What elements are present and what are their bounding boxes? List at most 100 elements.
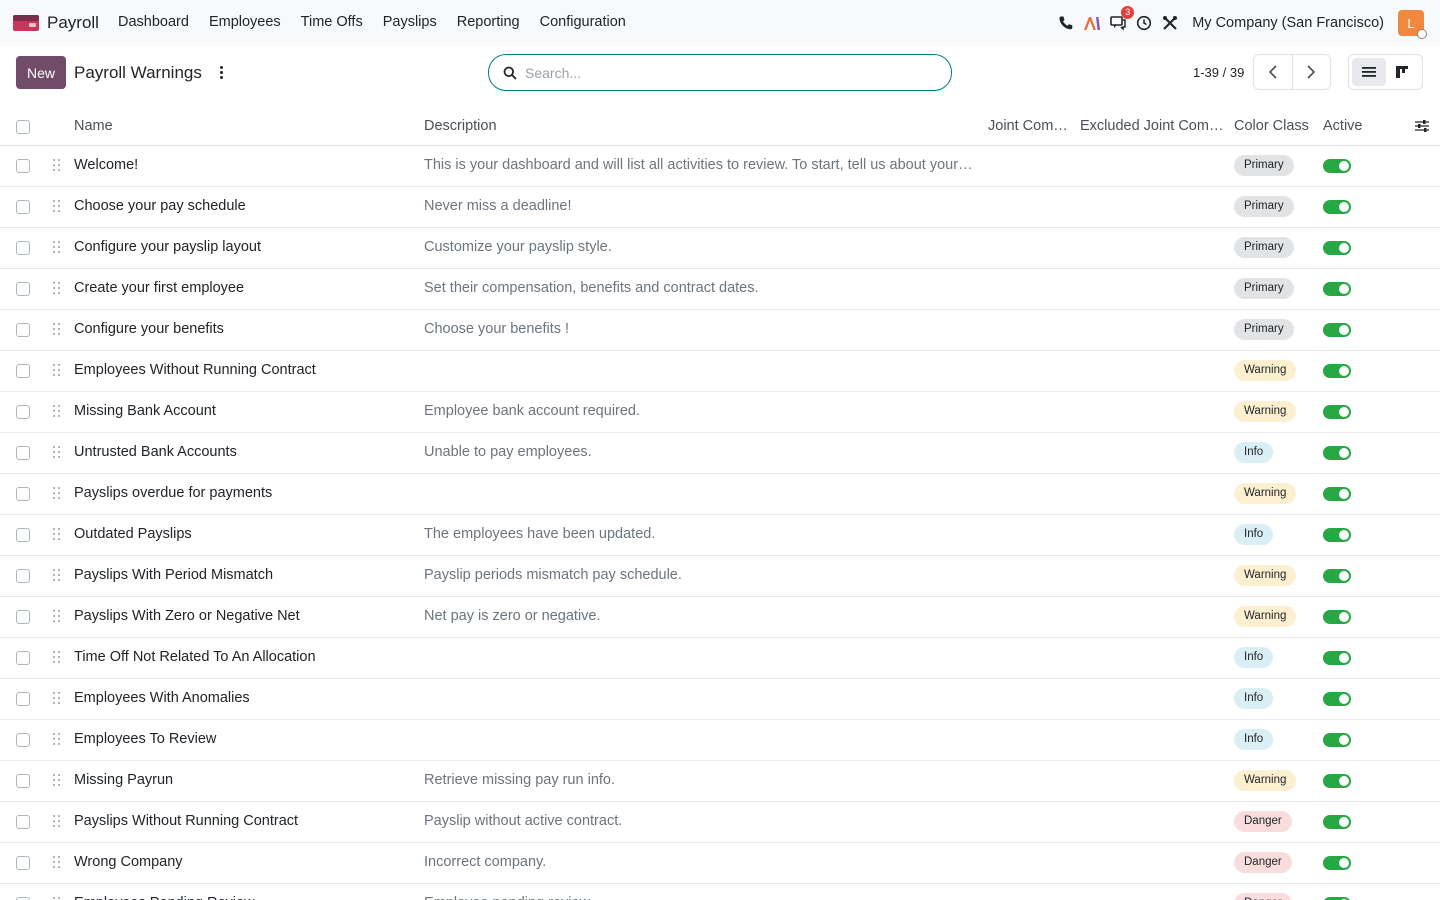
drag-handle-icon[interactable] bbox=[53, 405, 61, 418]
drag-handle-icon[interactable] bbox=[53, 528, 61, 541]
cell-name[interactable]: Untrusted Bank Accounts bbox=[74, 444, 237, 460]
menu-time-offs[interactable]: Time Offs bbox=[301, 14, 363, 30]
drag-handle-icon[interactable] bbox=[53, 487, 61, 500]
cell-name[interactable]: Outdated Payslips bbox=[74, 526, 192, 542]
cell-description[interactable]: The employees have been updated. bbox=[424, 526, 655, 542]
active-toggle[interactable] bbox=[1323, 323, 1351, 337]
row-checkbox[interactable] bbox=[16, 323, 30, 337]
drag-handle-icon[interactable] bbox=[53, 692, 61, 705]
cell-name[interactable]: Choose your pay schedule bbox=[74, 198, 246, 214]
ai-assistant-icon[interactable] bbox=[1082, 13, 1102, 33]
column-header-color-class[interactable]: Color Class bbox=[1234, 118, 1309, 134]
table-row[interactable]: Payslips With Zero or Negative Net Net pa… bbox=[0, 597, 1440, 638]
select-all-checkbox[interactable] bbox=[16, 120, 30, 134]
cell-name[interactable]: Employees Without Running Contract bbox=[74, 362, 316, 378]
active-toggle[interactable] bbox=[1323, 405, 1351, 419]
menu-configuration[interactable]: Configuration bbox=[540, 14, 626, 30]
column-header-description[interactable]: Description bbox=[424, 118, 497, 134]
table-row[interactable]: Untrusted Bank Accounts Unable to pay emp… bbox=[0, 433, 1440, 474]
row-checkbox[interactable] bbox=[16, 446, 30, 460]
row-checkbox[interactable] bbox=[16, 733, 30, 747]
table-row[interactable]: Configure your payslip layout Customize y… bbox=[0, 228, 1440, 269]
cell-description[interactable]: Payslip without active contract. bbox=[424, 813, 622, 829]
table-row[interactable]: Employees Pending Review Employee pending… bbox=[0, 884, 1440, 900]
cell-description[interactable]: Choose your benefits ! bbox=[424, 321, 569, 337]
active-toggle[interactable] bbox=[1323, 815, 1351, 829]
row-checkbox[interactable] bbox=[16, 159, 30, 173]
drag-handle-icon[interactable] bbox=[53, 774, 61, 787]
cell-name[interactable]: Payslips With Zero or Negative Net bbox=[74, 608, 300, 624]
messages-icon[interactable]: 3 bbox=[1108, 6, 1135, 33]
clock-icon[interactable] bbox=[1134, 13, 1154, 33]
active-toggle[interactable] bbox=[1323, 569, 1351, 583]
row-checkbox[interactable] bbox=[16, 282, 30, 296]
menu-reporting[interactable]: Reporting bbox=[457, 14, 520, 30]
menu-employees[interactable]: Employees bbox=[209, 14, 281, 30]
drag-handle-icon[interactable] bbox=[53, 200, 61, 213]
table-row[interactable]: Missing Bank Account Employee bank accoun… bbox=[0, 392, 1440, 433]
cell-name[interactable]: Payslips Without Running Contract bbox=[74, 813, 298, 829]
drag-handle-icon[interactable] bbox=[53, 159, 61, 172]
active-toggle[interactable] bbox=[1323, 733, 1351, 747]
active-toggle[interactable] bbox=[1323, 610, 1351, 624]
active-toggle[interactable] bbox=[1323, 446, 1351, 460]
list-view-button[interactable] bbox=[1352, 58, 1386, 86]
active-toggle[interactable] bbox=[1323, 528, 1351, 542]
row-checkbox[interactable] bbox=[16, 364, 30, 378]
table-row[interactable]: Payslips overdue for payments Warning bbox=[0, 474, 1440, 515]
row-checkbox[interactable] bbox=[16, 528, 30, 542]
table-row[interactable]: Employees With Anomalies Info bbox=[0, 679, 1440, 720]
drag-handle-icon[interactable] bbox=[53, 815, 61, 828]
new-button[interactable]: New bbox=[16, 56, 66, 89]
cell-description[interactable]: Retrieve missing pay run info. bbox=[424, 772, 615, 788]
drag-handle-icon[interactable] bbox=[53, 364, 61, 377]
table-row[interactable]: Wrong Company Incorrect company. Danger bbox=[0, 843, 1440, 884]
row-checkbox[interactable] bbox=[16, 856, 30, 870]
menu-payslips[interactable]: Payslips bbox=[383, 14, 437, 30]
table-row[interactable]: Missing Payrun Retrieve missing pay run i… bbox=[0, 761, 1440, 802]
active-toggle[interactable] bbox=[1323, 241, 1351, 255]
cell-description[interactable]: Unable to pay employees. bbox=[424, 444, 592, 460]
cell-name[interactable]: Employees With Anomalies bbox=[74, 690, 250, 706]
cell-description[interactable]: Payslip periods mismatch pay schedule. bbox=[424, 567, 682, 583]
cell-description[interactable]: Never miss a deadline! bbox=[424, 198, 572, 214]
drag-handle-icon[interactable] bbox=[53, 282, 61, 295]
row-checkbox[interactable] bbox=[16, 200, 30, 214]
table-row[interactable]: Employees To Review Info bbox=[0, 720, 1440, 761]
cell-description[interactable]: Incorrect company. bbox=[424, 854, 546, 870]
payroll-app-icon[interactable] bbox=[13, 13, 39, 33]
kanban-view-button[interactable] bbox=[1386, 58, 1420, 86]
cell-name[interactable]: Payslips overdue for payments bbox=[74, 485, 272, 501]
cell-description[interactable]: This is your dashboard and will list all… bbox=[424, 157, 976, 173]
cell-description[interactable]: Set their compensation, benefits and con… bbox=[424, 280, 759, 296]
drag-handle-icon[interactable] bbox=[53, 733, 61, 746]
table-row[interactable]: Employees Without Running Contract Warnin… bbox=[0, 351, 1440, 392]
user-avatar[interactable]: L bbox=[1398, 10, 1427, 39]
active-toggle[interactable] bbox=[1323, 774, 1351, 788]
cell-name[interactable]: Employees Pending Review bbox=[74, 895, 255, 900]
column-header-joint-committee[interactable]: Joint Com… bbox=[988, 118, 1068, 134]
row-checkbox[interactable] bbox=[16, 569, 30, 583]
active-toggle[interactable] bbox=[1323, 651, 1351, 665]
table-row[interactable]: Time Off Not Related To An Allocation Inf… bbox=[0, 638, 1440, 679]
table-row[interactable]: Payslips With Period Mismatch Payslip per… bbox=[0, 556, 1440, 597]
row-checkbox[interactable] bbox=[16, 405, 30, 419]
cell-name[interactable]: Wrong Company bbox=[74, 854, 183, 870]
cell-name[interactable]: Configure your payslip layout bbox=[74, 239, 261, 255]
active-toggle[interactable] bbox=[1323, 856, 1351, 870]
company-switcher[interactable]: My Company (San Francisco) bbox=[1192, 15, 1384, 31]
cell-name[interactable]: Welcome! bbox=[74, 157, 138, 173]
actions-menu-icon[interactable] bbox=[214, 62, 228, 82]
cell-name[interactable]: Payslips With Period Mismatch bbox=[74, 567, 273, 583]
cell-name[interactable]: Configure your benefits bbox=[74, 321, 224, 337]
table-row[interactable]: Choose your pay schedule Never miss a dea… bbox=[0, 187, 1440, 228]
table-row[interactable]: Create your first employee Set their comp… bbox=[0, 269, 1440, 310]
table-row[interactable]: Payslips Without Running Contract Payslip… bbox=[0, 802, 1440, 843]
optional-columns-icon[interactable] bbox=[1414, 118, 1430, 134]
column-header-name[interactable]: Name bbox=[74, 118, 113, 134]
drag-handle-icon[interactable] bbox=[53, 241, 61, 254]
cell-description[interactable]: Net pay is zero or negative. bbox=[424, 608, 601, 624]
row-checkbox[interactable] bbox=[16, 487, 30, 501]
cell-name[interactable]: Missing Bank Account bbox=[74, 403, 216, 419]
cell-name[interactable]: Create your first employee bbox=[74, 280, 244, 296]
